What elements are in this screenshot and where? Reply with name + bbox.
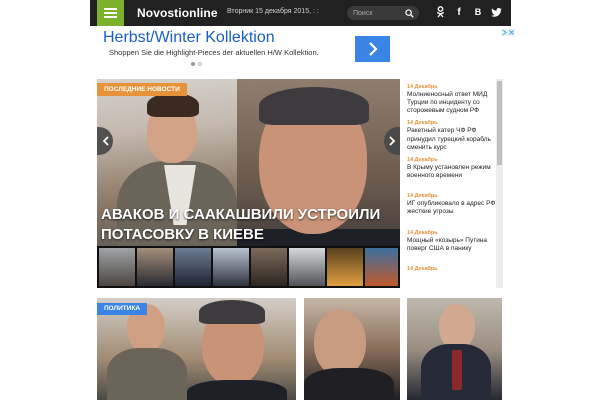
news-headline[interactable]: В Крыму установлен режим военного времен…: [407, 164, 500, 180]
news-headline[interactable]: Ракетный катер ЧФ РФ принудил турецкий к…: [407, 127, 500, 152]
chevron-right-icon: [388, 136, 395, 146]
news-scrollbar-thumb[interactable]: [497, 81, 502, 165]
ad-dot-active[interactable]: [191, 62, 195, 66]
slider-thumbnail-strip: [97, 246, 400, 288]
twitter-icon[interactable]: [489, 5, 503, 19]
news-scrollbar[interactable]: [496, 79, 503, 288]
figure-head: [314, 310, 366, 376]
current-date: Вторник 15 декабря 2015, : :: [227, 8, 319, 15]
slider-thumbnail[interactable]: [289, 248, 325, 286]
news-headline[interactable]: Молниеносный ответ МИД Турции по инциден…: [407, 91, 500, 116]
ad-subtitle: Shoppen Sie die Highlight-Pieces der akt…: [109, 48, 319, 57]
site-logo[interactable]: Novostionline: [137, 6, 218, 20]
slider-thumbnail[interactable]: [99, 248, 135, 286]
news-item[interactable]: 14 Декабрь Мощный «козырь» Путина поверг…: [403, 225, 500, 261]
slider-thumbnail[interactable]: [137, 248, 173, 286]
news-date: 14 Декабрь: [407, 156, 438, 163]
news-headline[interactable]: Мощный «козырь» Путина поверг США в пани…: [407, 237, 500, 253]
news-date: 14 Декабрь: [407, 120, 438, 127]
article-card[interactable]: [304, 298, 400, 400]
news-feed-sidebar: 14 Декабрь Молниеносный ответ МИД Турции…: [403, 79, 500, 285]
figure-suit: [304, 368, 394, 400]
ad-banner[interactable]: Herbst/Winter Kollektion Shoppen Sie die…: [97, 28, 517, 68]
news-item[interactable]: 14 Декабрь ИГ опубликовало в адрес РФ же…: [403, 188, 500, 224]
article-card[interactable]: [407, 298, 502, 400]
ad-title[interactable]: Herbst/Winter Kollektion: [103, 29, 275, 47]
slider-thumbnail[interactable]: [175, 248, 211, 286]
slider-thumbnail[interactable]: [365, 248, 398, 286]
news-item[interactable]: 14 Декабрь Ракетный катер ЧФ РФ принудил…: [403, 115, 500, 151]
search-input[interactable]: [353, 7, 405, 19]
ad-choices-icon[interactable]: [501, 29, 515, 36]
ad-next-button[interactable]: [355, 36, 390, 62]
figure-tie: [452, 350, 462, 390]
menu-line: [104, 8, 117, 10]
news-item[interactable]: 14 Декабрь В Крыму установлен режим воен…: [403, 152, 500, 188]
news-date: 14 Декабрь: [407, 84, 438, 90]
news-item[interactable]: 14 Декабрь Молниеносный ответ МИД Турции…: [403, 79, 500, 115]
figure-hair: [259, 87, 369, 125]
odnoklassniki-icon[interactable]: [433, 5, 447, 19]
search-icon[interactable]: [405, 9, 414, 18]
slider-thumbnail[interactable]: [251, 248, 287, 286]
news-date: 14 Декабрь: [407, 229, 438, 236]
slider-thumbnail[interactable]: [213, 248, 249, 286]
hamburger-menu-icon[interactable]: [97, 0, 124, 26]
facebook-icon[interactable]: f: [452, 5, 466, 19]
ad-pagination-dots: [191, 62, 205, 67]
search-box[interactable]: [347, 6, 419, 20]
politics-badge[interactable]: ПОЛИТИКА: [97, 303, 148, 315]
figure-suit: [187, 380, 287, 400]
figure-hair: [147, 93, 199, 117]
news-date: 14 Декабрь: [407, 193, 438, 200]
chevron-right-icon: [368, 42, 378, 56]
news-headline[interactable]: ИГ опубликовало в адрес РФ жесткие угроз…: [407, 200, 500, 216]
ad-dot[interactable]: [198, 62, 202, 66]
vkontakte-icon[interactable]: B: [471, 5, 485, 19]
figure-body: [107, 348, 187, 400]
slider-thumbnail[interactable]: [327, 248, 363, 286]
news-item[interactable]: 14 Декабрь: [403, 261, 500, 285]
menu-line: [104, 16, 117, 18]
news-date: 14 Декабрь: [407, 265, 438, 272]
figure-hair: [199, 300, 265, 324]
menu-line: [104, 12, 117, 14]
latest-news-badge: ПОСЛЕДНИЕ НОВОСТИ: [97, 83, 187, 96]
hero-headline[interactable]: АВАКОВ И СААКАШВИЛИ УСТРОИЛИ ПОТАСОВКУ В…: [101, 205, 401, 245]
chevron-left-icon: [102, 136, 109, 146]
